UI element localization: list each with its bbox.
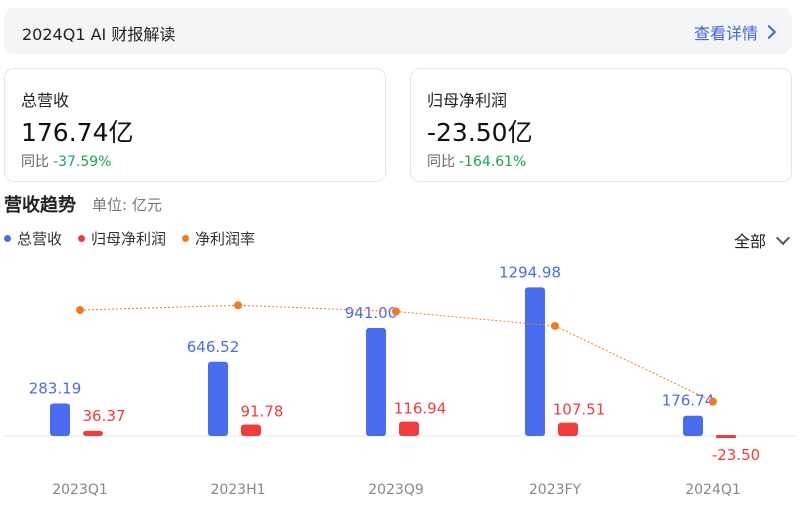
section-title: 营收趋势 [4,195,76,216]
revenue-bar-2023H1 [208,361,228,436]
revenue-value-label-2023H1: 646.52 [187,338,240,356]
x-tick-label-2023Q9: 2023Q9 [368,482,424,498]
x-tick-label-2023FY: 2023FY [529,482,582,498]
legend-label-net-margin: 净利润率 [195,230,256,248]
chart-legend: 总营收 归母净利润 净利润率 [4,228,255,249]
revenue-value-label-2023FY: 1294.98 [499,263,561,281]
banner-title: 2024Q1 AI 财报解读 [22,25,176,44]
net-profit-value-label-2023Q9: 116.94 [394,400,447,418]
net-profit-bar-2024Q1 [716,435,736,438]
legend-item-net-margin[interactable]: 净利润率 [182,228,255,249]
legend-label-net-profit: 归母净利润 [91,230,167,248]
net-margin-point-2023FY [551,321,559,330]
net-profit-value: -23.50亿 [427,118,533,147]
chevron-down-icon [775,230,791,245]
net-margin-point-2023H1 [234,301,242,310]
net-profit-bar-2023FY [558,422,578,436]
net-margin-point-2024Q1 [709,397,717,406]
x-tick-label-2023Q1: 2023Q1 [52,482,108,498]
revenue-yoy: 同比 -37.59% [21,151,111,171]
net-profit-bar-2023H1 [241,424,261,436]
revenue-value-label-2023Q1: 283.19 [29,379,82,397]
period-filter-dropdown[interactable]: 全部 [733,228,791,252]
revenue-value-label-2024Q1: 176.74 [662,392,715,410]
net-profit-yoy: 同比 -164.61% [427,151,526,171]
x-tick-label-2024Q1: 2024Q1 [685,482,741,498]
legend-label-revenue: 总营收 [17,230,63,248]
x-tick-label-2023H1: 2023H1 [210,482,265,498]
revenue-value-label-2023Q9: 941.00 [345,304,398,322]
revenue-value: 176.74亿 [21,118,134,147]
revenue-yoy-value: -37.59% [53,154,112,170]
net-profit-bar-2023Q1 [83,430,103,436]
net-profit-value-label-2023H1: 91.78 [241,402,284,420]
net-profit-yoy-value: -164.61% [459,154,527,170]
view-details-label: 查看详情 [693,24,758,43]
chevron-right-icon [761,24,777,40]
revenue-label: 总营收 [21,91,70,110]
revenue-trend-chart: 283.1936.37 2023Q1 646.52 91.78 2023H1 941.00… [4,263,796,498]
period-filter-label: 全部 [733,232,766,251]
revenue-bar-2023Q1 [50,403,70,436]
net-profit-value-label-2023Q1: 36.37 [83,407,126,425]
legend-item-net-profit[interactable]: 归母净利润 [78,228,166,249]
revenue-yoy-label: 同比 [21,154,49,170]
section-unit: 单位: 亿元 [92,196,162,214]
legend-item-revenue[interactable]: 总营收 [4,228,62,249]
net-profit-card: 归母净利润 -23.50亿 同比 -164.61% [410,68,792,182]
ai-report-banner[interactable]: 2024Q1 AI 财报解读 查看详情 [4,8,792,54]
net-profit-bar-2023Q9 [399,421,419,436]
net-margin-point-2023Q9 [392,307,400,316]
view-details-link[interactable]: 查看详情 [693,20,777,44]
net-profit-label: 归母净利润 [427,91,508,110]
revenue-card: 总营收 176.74亿 同比 -37.59% [4,68,386,182]
revenue-bar-2024Q1 [683,415,703,436]
net-profit-value-label-2024Q1: -23.50 [712,446,760,464]
legend-dot-net-margin [182,235,190,242]
legend-dot-net-profit [78,235,86,242]
net-profit-value-label-2023FY: 107.51 [553,401,606,419]
net-margin-point-2023Q1 [76,306,84,315]
net-profit-yoy-label: 同比 [427,154,455,170]
revenue-bar-2023Q9 [366,327,386,436]
legend-dot-revenue [4,235,11,242]
revenue-bar-2023FY [525,287,545,436]
